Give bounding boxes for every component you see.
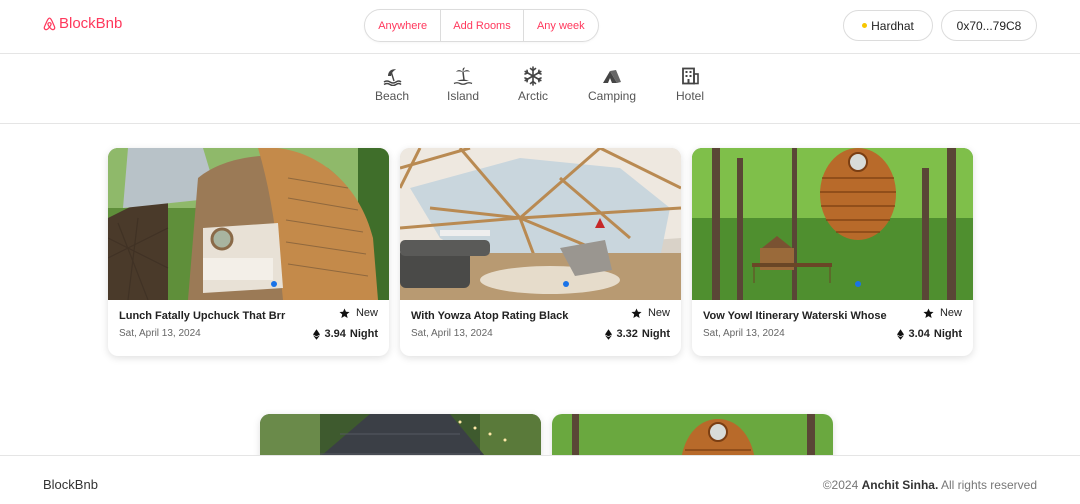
badge-label: New	[647, 307, 670, 319]
badge-label: New	[355, 307, 378, 319]
listing-title: Vow Yowl Itinerary Waterski Whose	[703, 310, 887, 322]
ethereum-icon	[605, 328, 613, 340]
category-bar: Beach Island Arctic Camping Hotel	[0, 54, 1080, 124]
dome-interior-photo-icon	[400, 148, 681, 300]
listing-date: Sat, April 13, 2024	[703, 328, 785, 339]
listing-badge: New	[631, 307, 670, 319]
listing-price: 3.32 Night	[605, 328, 670, 340]
badge-label: New	[939, 307, 962, 319]
price-value: 3.94	[324, 328, 346, 340]
listing-badge: New	[339, 307, 378, 319]
forest-pod-photo-icon	[692, 148, 973, 300]
rooms-filter-button[interactable]: Add Rooms	[440, 10, 524, 41]
listing-date: Sat, April 13, 2024	[119, 328, 201, 339]
listing-title: Lunch Fatally Upchuck That Brr	[119, 310, 286, 322]
listing-date: Sat, April 13, 2024	[411, 328, 493, 339]
listing-title: With Yowza Atop Rating Black	[411, 310, 569, 322]
top-header: BlockBnb Anywhere Add Rooms Any week Har…	[0, 0, 1080, 54]
page-footer: BlockBnb ©2024 Anchit Sinha. All rights …	[0, 455, 1080, 504]
beach-icon	[383, 69, 402, 86]
category-label: Hotel	[676, 89, 705, 103]
carousel-indicator	[563, 281, 569, 287]
category-camping[interactable]: Camping	[588, 66, 636, 103]
footer-brand: BlockBnb	[43, 477, 98, 492]
listing-price: 3.94 Night	[313, 328, 378, 340]
treehouse-photo-icon	[108, 148, 389, 300]
listing-card[interactable]: Lunch Fatally Upchuck That Brr Sat, Apri…	[108, 148, 389, 356]
copyright-author: Anchit Sinha.	[861, 478, 939, 492]
carousel-indicator	[855, 281, 861, 287]
price-unit: Night	[349, 328, 378, 340]
network-label: Hardhat	[871, 18, 914, 33]
brand-logo[interactable]: BlockBnb	[43, 15, 122, 32]
category-label: Beach	[375, 89, 410, 103]
price-value: 3.04	[908, 328, 930, 340]
listing-photo[interactable]	[400, 148, 681, 300]
category-label: Camping	[588, 89, 637, 103]
category-beach[interactable]: Beach	[375, 66, 409, 103]
listing-photo[interactable]	[692, 148, 973, 300]
location-filter-button[interactable]: Anywhere	[365, 10, 440, 41]
wallet-account-button[interactable]: 0x70...79C8	[941, 10, 1037, 41]
building-icon	[682, 67, 699, 85]
app-root: BlockBnb Anywhere Add Rooms Any week Har…	[0, 0, 1080, 504]
listing-photo[interactable]	[108, 148, 389, 300]
category-arctic[interactable]: Arctic	[518, 66, 548, 103]
category-label: Island	[447, 89, 480, 103]
dates-filter-button[interactable]: Any week	[524, 10, 598, 41]
copyright-rights: All rights reserved	[940, 478, 1037, 492]
island-icon	[453, 67, 473, 85]
price-unit: Night	[641, 328, 670, 340]
network-button[interactable]: Hardhat	[843, 10, 933, 41]
star-icon	[923, 307, 934, 318]
listing-card[interactable]: Vow Yowl Itinerary Waterski Whose Sat, A…	[692, 148, 973, 356]
listing-card[interactable]: With Yowza Atop Rating Black Sat, April …	[400, 148, 681, 356]
network-status-dot-icon	[862, 23, 868, 28]
ethereum-icon	[313, 328, 321, 340]
search-bar[interactable]: Anywhere Add Rooms Any week	[364, 9, 599, 42]
tent-icon	[603, 70, 622, 83]
star-icon	[339, 307, 350, 318]
airbnb-logo-icon	[43, 17, 56, 30]
ethereum-icon	[897, 328, 905, 340]
category-label: Arctic	[518, 89, 548, 103]
price-unit: Night	[933, 328, 962, 340]
listing-badge: New	[923, 307, 962, 319]
brand-name: BlockBnb	[59, 15, 123, 32]
carousel-indicator	[271, 281, 277, 287]
category-hotel[interactable]: Hotel	[676, 66, 704, 103]
snowflake-icon	[524, 66, 542, 86]
price-value: 3.32	[616, 328, 638, 340]
star-icon	[631, 307, 642, 318]
footer-copyright: ©2024 Anchit Sinha. All rights reserved	[823, 478, 1037, 492]
listing-price: 3.04 Night	[897, 328, 962, 340]
category-island[interactable]: Island	[447, 66, 479, 103]
copyright-year: ©2024	[822, 478, 859, 492]
